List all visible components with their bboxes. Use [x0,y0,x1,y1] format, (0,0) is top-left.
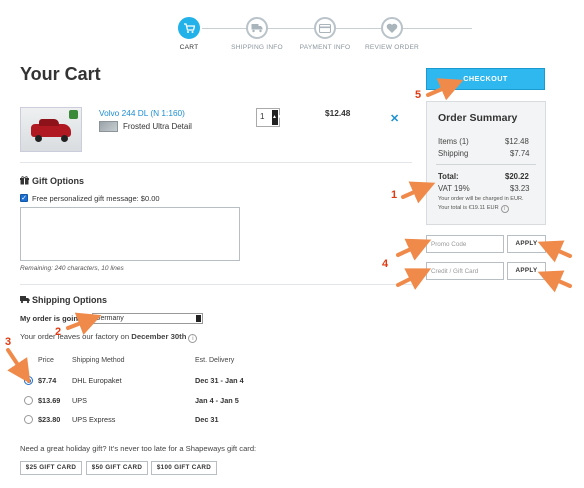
total-label: Total: [438,172,459,181]
gift-card-50-button[interactable]: $50 GIFT CARD [86,461,148,475]
shipping-method: UPS Express [72,415,116,424]
column-est-delivery: Est. Delivery [195,357,235,364]
summary-divider [436,164,536,165]
item-price: $12.48 [325,108,351,118]
divider [20,162,412,163]
factory-leave-text: Your order leaves our factory on Decembe… [20,332,198,343]
product-thumbnail[interactable] [20,107,82,152]
items-value: $12.48 [505,137,529,146]
gift-card-prompt: Need a great holiday gift? It's never to… [20,444,257,453]
shipping-options-title: Shipping Options [20,295,107,305]
shipping-radio-ups-express[interactable] [24,415,33,424]
factory-leave-prefix: Your order leaves our factory on [20,332,130,341]
gift-options-title-text: Gift Options [32,176,84,186]
material-badge-icon [69,110,78,119]
material-swatch-icon [99,121,118,132]
info-icon[interactable]: i [500,205,509,213]
gift-card-100-button[interactable]: $100 GIFT CARD [151,461,217,475]
annotation-4: 4 [382,258,389,270]
arrow-apply-a [537,240,572,263]
credit-card-icon [314,17,336,39]
gift-icon [20,176,29,185]
shipping-radio-ups[interactable] [24,396,33,405]
shipping-method: UPS [72,396,88,405]
shipping-value: $7.74 [510,149,530,158]
vat-label: VAT 19% [438,184,470,193]
annotation-3: 3 [5,336,12,348]
shipping-delivery: Dec 31 [195,415,219,424]
currency-note: Your order will be charged in EUR. [438,196,524,202]
info-icon[interactable]: i [188,334,198,343]
order-summary-title: Order Summary [438,112,518,124]
items-label: Items (1) [438,137,469,146]
shipping-radio-dhl[interactable] [24,376,33,385]
annotation-5: 5 [415,89,422,101]
vat-value: $3.23 [510,184,530,193]
annotation-2: 2 [55,326,62,338]
gift-card-input[interactable]: Credit / Gift Card [426,262,504,280]
divider [20,284,412,285]
car-wheel-front [35,135,42,142]
country-select[interactable]: Germany [92,313,203,324]
total-value: $20.22 [505,172,529,181]
apply-gift-card-button[interactable]: APPLY [507,262,546,280]
gift-options-title: Gift Options [20,176,84,186]
material-label: Frosted Ultra Detail [123,122,192,131]
shipping-options-title-text: Shipping Options [32,295,107,305]
shipping-delivery: Jan 4 - Jan 5 [195,396,239,405]
gift-card-25-button[interactable]: $25 GIFT CARD [20,461,82,475]
remaining-characters: Remaining: 240 characters, 10 lines [20,265,124,272]
quantity-select[interactable]: 1 ▲▼ [256,108,282,127]
annotation-1: 1 [391,189,398,201]
shipping-label: Shipping [438,149,469,158]
arrow-apply-b [537,270,572,293]
arrow-4a [396,238,432,261]
gift-message-checkbox-label: Free personalized gift message: $0.00 [32,194,160,203]
arrow-3 [6,348,31,384]
shipping-delivery: Dec 31 - Jan 4 [195,376,244,385]
shipping-price: $7.74 [38,376,57,385]
cart-icon [178,17,200,39]
arrow-1 [401,181,436,204]
close-icon[interactable]: ✕ [390,112,399,125]
gift-message-checkbox[interactable]: ✓ [20,194,28,202]
gift-message-textarea[interactable] [20,207,240,261]
column-price: Price [38,357,54,364]
quantity-value: 1 [260,112,265,121]
step-review-order-label: REVIEW ORDER [364,44,420,51]
shipping-price: $13.69 [38,396,61,405]
page-title: Your Cart [20,64,101,84]
heart-icon [381,17,403,39]
car-wheel-rear [61,135,68,142]
apply-promo-button[interactable]: APPLY [507,235,546,253]
truck-icon [20,295,30,304]
eur-total-note: Your total is €19.11 EUR i [438,205,509,213]
checkout-button[interactable]: CHECKOUT [426,68,545,90]
step-review-order[interactable]: REVIEW ORDER [347,17,437,51]
factory-leave-date: December 30th [131,332,187,341]
truck-icon [246,17,268,39]
shipping-price: $23.80 [38,415,61,424]
eur-total-text: Your total is €19.11 EUR [438,205,499,211]
promo-code-input[interactable]: Promo Code [426,235,504,253]
spinner-arrows-icon: ▲▼ [272,110,282,125]
product-name-link[interactable]: Volvo 244 DL (N 1:160) [99,108,185,118]
shipping-method: DHL Europaket [72,376,122,385]
going-to-label: My order is going to [20,314,92,323]
country-value: Germany [95,315,124,322]
column-shipping-method: Shipping Method [72,357,125,364]
chevron-down-icon [196,315,201,322]
